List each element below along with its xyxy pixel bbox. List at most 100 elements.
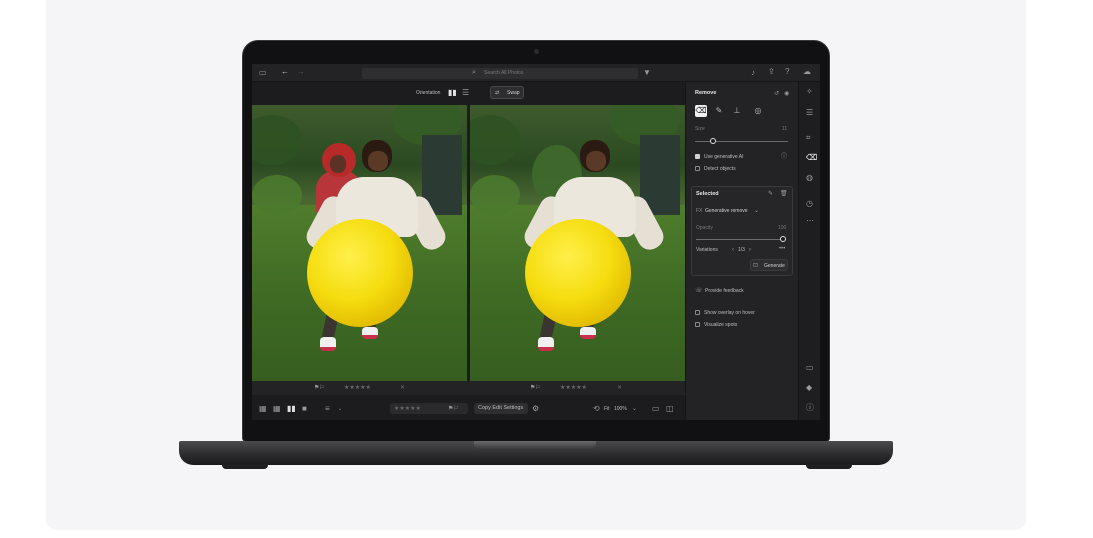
tool-rail: ✧ ☰ ⌗ ⌫ ◍ ◷ ⋯ ▭ ◆ ⓘ [798, 82, 820, 420]
generate-button[interactable]: ⊡ Generate [750, 259, 788, 271]
detect-objects-label: Detect objects [704, 166, 736, 172]
rotate-icon[interactable]: ⟲ [593, 405, 600, 413]
back-arrow-icon[interactable]: ← [281, 68, 289, 76]
laptop-hinge-notch [474, 441, 596, 449]
stacked-icon[interactable]: ☰ [462, 89, 469, 97]
swap-button[interactable]: ⇄ Swap [490, 86, 524, 99]
visualize-spots-checkbox[interactable] [695, 322, 700, 327]
forward-arrow-icon[interactable]: → [297, 68, 305, 76]
laptop-foot-left [222, 464, 268, 469]
search-field[interactable]: ⌕ Search All Photos [362, 68, 638, 79]
app-window: ▭ ← → ⌕ Search All Photos ▼ ♪ ⇪ ? ☁ Orie… [252, 64, 820, 420]
opacity-label: Opacity [696, 225, 713, 231]
more-icon[interactable]: ⋯ [806, 217, 814, 225]
flag-icon[interactable]: ⚑⚐ [530, 384, 541, 392]
clone-tool-icon[interactable]: ⊥ [731, 105, 743, 117]
brush-tool-icon[interactable]: ✎ [713, 105, 725, 117]
sort-icon[interactable]: ≡ [325, 405, 330, 413]
opacity-slider-handle[interactable] [780, 236, 786, 242]
crop-icon[interactable]: ⌗ [806, 134, 811, 142]
star-rating-icon[interactable]: ★★★★★ [560, 384, 587, 392]
tag-icon[interactable]: ◆ [806, 384, 812, 392]
copy-edit-settings-label: Copy Edit Settings [478, 405, 524, 411]
sidebar-toggle-icon[interactable]: ▭ [259, 69, 267, 77]
show-overlay-label: Show overlay on hover [704, 310, 755, 316]
chevron-down-icon[interactable]: ⌄ [754, 207, 759, 215]
next-variation-icon[interactable]: › [749, 246, 751, 254]
webcam [534, 49, 539, 54]
compare-view-icon[interactable]: ▮▮ [287, 405, 296, 413]
use-generative-ai-label: Use generative AI [704, 154, 744, 160]
show-overlay-checkbox[interactable] [695, 310, 700, 315]
star-rating-icon[interactable]: ★★★★★ [394, 405, 421, 413]
generate-label: Generate [764, 263, 785, 269]
top-toolbar: ▭ ← → ⌕ Search All Photos ▼ ♪ ⇪ ? ☁ [252, 64, 820, 82]
size-value[interactable]: 11 [782, 126, 787, 132]
adjust-icon[interactable]: ☰ [806, 109, 813, 117]
trash-icon[interactable]: 🗑 [780, 190, 788, 198]
grid-large-icon[interactable]: ▦ [259, 405, 267, 413]
mode-select[interactable]: Generative remove [705, 208, 748, 214]
before-photo[interactable] [252, 105, 467, 381]
mode-prefix: FX [696, 208, 703, 214]
orientation-label: Orientation [416, 90, 441, 96]
flag-icon[interactable]: ⚑⚐ [314, 384, 325, 392]
remove-tool-icon[interactable]: ⌫ [806, 154, 817, 162]
size-slider[interactable] [695, 141, 788, 142]
star-rating-icon[interactable]: ★★★★★ [344, 384, 371, 392]
size-slider-handle[interactable] [710, 138, 716, 144]
detect-objects-checkbox[interactable] [695, 166, 700, 171]
masking-icon[interactable]: ◍ [806, 174, 813, 182]
panel-toggle-icon[interactable]: ◫ [666, 405, 674, 413]
prev-variation-icon[interactable]: ‹ [732, 246, 734, 254]
grid-small-icon[interactable]: ▦ [273, 405, 281, 413]
side-by-side-icon[interactable]: ▮▮ [448, 89, 457, 97]
fit-label[interactable]: Fit [604, 406, 610, 412]
eraser-tool-icon[interactable]: ⌫ [695, 105, 707, 117]
view-toolbar: Orientation ▮▮ ☰ [252, 82, 685, 105]
single-view-icon[interactable]: ■ [302, 405, 307, 413]
search-icon: ⌕ [472, 69, 476, 76]
flag-icon[interactable]: ⚑⚐ [448, 405, 459, 413]
reject-icon[interactable]: ✕ [617, 384, 622, 392]
auto-edit-icon[interactable]: ✧ [806, 88, 813, 96]
reset-icon[interactable]: ↺ [774, 90, 779, 98]
visibility-icon[interactable]: ◉ [784, 90, 789, 98]
comments-icon[interactable]: ▭ [806, 364, 814, 372]
chevron-down-icon[interactable]: ⌄ [338, 405, 342, 413]
copy-settings-gear-icon[interactable]: ⚙ [532, 405, 539, 413]
generate-icon: ⊡ [753, 263, 759, 269]
bottom-rating-group[interactable]: ★★★★★ ⚑⚐ [390, 403, 468, 414]
swap-icon: ⇄ [495, 90, 500, 96]
use-generative-ai-checkbox[interactable] [695, 154, 700, 159]
help-icon[interactable]: ? [785, 68, 789, 76]
edit-pencil-icon[interactable]: ✎ [768, 190, 773, 198]
compare-divider[interactable] [467, 105, 470, 381]
opacity-value[interactable]: 100 [778, 225, 786, 231]
red-eye-tool-icon[interactable]: ◎ [752, 105, 764, 117]
visualize-spots-label: Visualize spots [704, 322, 738, 328]
after-photo[interactable] [470, 105, 685, 381]
laptop-foot-right [806, 464, 852, 469]
info-panel-icon[interactable]: ⓘ [806, 404, 814, 412]
feedback-icon[interactable]: ☏ [695, 287, 703, 295]
notifications-icon[interactable]: ♪ [751, 69, 755, 77]
provide-feedback-link[interactable]: Provide feedback [705, 288, 744, 294]
cloud-icon[interactable]: ☁ [803, 68, 811, 76]
reject-icon[interactable]: ✕ [400, 384, 405, 392]
more-options-icon[interactable]: ••• [779, 245, 785, 253]
swap-label: Swap [507, 90, 520, 96]
info-icon[interactable]: ⓘ [781, 153, 787, 161]
zoom-value[interactable]: 100% [614, 406, 627, 412]
bottom-toolbar: ▦ ▦ ▮▮ ■ ≡ ⌄ ⟲ Fit 100% ⌄ ▭ ◫ [252, 399, 685, 420]
copy-edit-settings-button[interactable]: Copy Edit Settings [474, 403, 528, 414]
share-icon[interactable]: ⇪ [768, 68, 775, 76]
filter-icon[interactable]: ▼ [643, 69, 651, 77]
filmstrip-icon[interactable]: ▭ [652, 405, 660, 413]
variations-label: Variations [696, 247, 718, 253]
history-icon[interactable]: ◷ [806, 200, 813, 208]
opacity-slider[interactable] [696, 239, 786, 240]
size-label: Size [695, 126, 705, 132]
zoom-chevron-icon[interactable]: ⌄ [632, 405, 637, 413]
panel-title: Remove [695, 90, 717, 96]
